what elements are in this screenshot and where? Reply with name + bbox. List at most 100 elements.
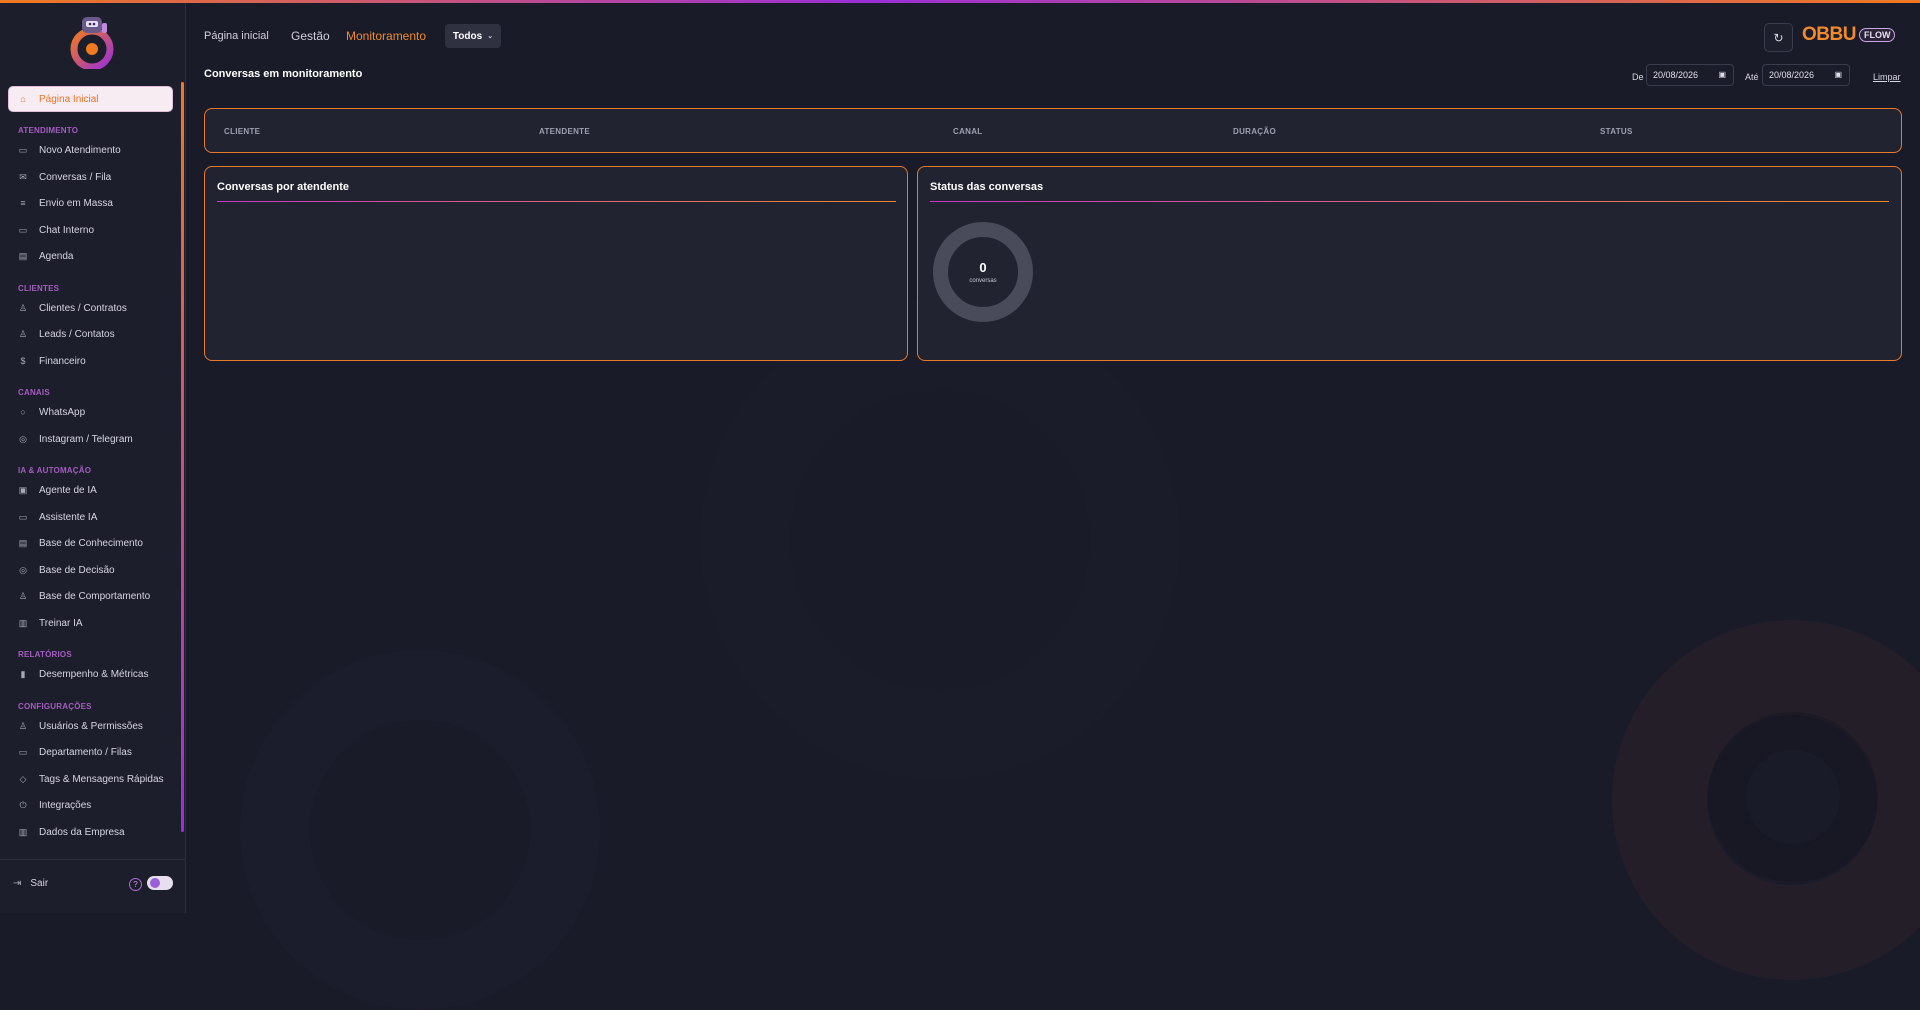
sidebar-item-conversas-fila[interactable]: ✉ Conversas / Fila (9, 165, 172, 189)
robot-icon: ▣ (18, 484, 28, 495)
refresh-button[interactable]: ↻ (1764, 23, 1793, 52)
sidebar-item-base-de-decisao[interactable]: ◎ Base de Decisão (9, 558, 172, 582)
date-to-input[interactable]: 20/08/2026 ▣ (1762, 64, 1850, 86)
nav-link-pagina-inicial[interactable]: Página inicial (204, 30, 269, 42)
sidebar: ⌂ Página Inicial ATENDIMENTO ▭ Novo Aten… (0, 3, 186, 913)
monitoring-table: CLIENTE ATENDENTE CANAL DURAÇÃO STATUS (204, 108, 1902, 153)
column-header-atendente: ATENDENTE (539, 127, 590, 136)
sidebar-item-label: Clientes / Contratos (39, 302, 127, 314)
date-from-input[interactable]: 20/08/2026 ▣ (1646, 64, 1734, 86)
panel-divider (930, 201, 1889, 202)
briefcase-icon: ▭ (18, 746, 28, 757)
sidebar-item-novo-atendimento[interactable]: ▭ Novo Atendimento (9, 138, 172, 162)
status-donut-chart: 0 conversas (933, 222, 1033, 322)
sidebar-item-label: Envio em Massa (39, 197, 113, 209)
conversations-by-agent-panel: Conversas por atendente (204, 166, 908, 361)
sidebar-item-label: Agenda (39, 250, 74, 262)
sidebar-item-desempenho-metricas[interactable]: ▮ Desempenho & Métricas (9, 662, 172, 686)
person-icon: ♙ (18, 590, 28, 601)
sidebar-item-label: Dados da Empresa (39, 826, 125, 838)
brand-text: OBBU (1802, 24, 1856, 45)
sidebar-item-label: Financeiro (39, 355, 86, 367)
section-title-clientes: CLIENTES (18, 284, 60, 293)
section-title-configuracoes: CONFIGURAÇÕES (18, 702, 92, 711)
donut-total-label: conversas (969, 277, 997, 284)
sidebar-item-financeiro[interactable]: $ Financeiro (9, 349, 172, 373)
sidebar-item-label: Leads / Contatos (39, 328, 115, 340)
nav-link-gestao[interactable]: Gestão (291, 29, 330, 43)
date-to-label: Até (1745, 72, 1759, 82)
sidebar-item-label: Base de Conhecimento (39, 537, 143, 549)
sidebar-item-dados-da-empresa[interactable]: ▥ Dados da Empresa (9, 820, 172, 844)
sidebar-item-clientes-contratos[interactable]: ♙ Clientes / Contratos (9, 296, 172, 320)
sidebar-item-label: Base de Comportamento (39, 590, 151, 602)
donut-total: 0 (979, 259, 987, 275)
conversation-status-panel: Status das conversas 0 conversas (917, 166, 1902, 361)
nav-link-monitoramento[interactable]: Monitoramento (346, 29, 426, 43)
panel-title: Status das conversas (930, 181, 1044, 193)
sidebar-item-chat-interno[interactable]: ▭ Chat Interno (9, 218, 172, 242)
page-title: Conversas em monitoramento (204, 68, 363, 80)
instagram-icon: ◎ (19, 433, 27, 444)
dollar-icon: $ (20, 356, 26, 366)
sidebar-item-agenda[interactable]: ▤ Agenda (9, 244, 172, 268)
calendar-icon[interactable]: ▣ (1834, 70, 1842, 79)
tag-icon: ◇ (19, 773, 27, 784)
sidebar-item-whatsapp[interactable]: ○ WhatsApp (9, 400, 172, 424)
sidebar-item-instagram-telegram[interactable]: ◎ Instagram / Telegram (9, 427, 172, 451)
section-title-relatorios: RELATÓRIOS (18, 650, 72, 659)
sidebar-item-base-de-comportamento[interactable]: ♙ Base de Comportamento (9, 584, 172, 608)
theme-toggle[interactable] (147, 876, 173, 890)
calendar-icon[interactable]: ▣ (1718, 70, 1726, 79)
top-gradient-bar (0, 0, 1920, 3)
panel-title: Conversas por atendente (217, 181, 350, 193)
chat-ai-icon: ▭ (18, 511, 28, 522)
user-settings-icon: ♙ (18, 720, 28, 731)
brand-badge: FLOW (1858, 28, 1896, 42)
panel-divider (217, 201, 896, 202)
sidebar-item-assistente-ia[interactable]: ▭ Assistente IA (9, 505, 172, 529)
column-header-canal: CANAL (953, 127, 983, 136)
date-from-label: De (1632, 72, 1644, 82)
sidebar-item-base-de-conhecimento[interactable]: ▤ Base de Conhecimento (9, 531, 172, 555)
sidebar-item-departamento-filas[interactable]: ▭ Departamento / Filas (9, 740, 172, 764)
toggle-knob (150, 878, 160, 888)
sidebar-item-label: Usuários & Permissões (39, 720, 143, 732)
background-decoration (1708, 712, 1878, 882)
sidebar-item-label: Página Inicial (39, 93, 99, 105)
brand-logo: OBBU FLOW (1802, 24, 1896, 46)
background-decoration (700, 300, 1180, 780)
sidebar-item-tags-mensagens-rapidas[interactable]: ◇ Tags & Mensagens Rápidas (9, 767, 172, 791)
section-title-atendimento: ATENDIMENTO (18, 126, 79, 135)
sidebar-footer-divider (0, 859, 185, 860)
section-title-canais: CANAIS (18, 388, 50, 397)
help-button[interactable]: ? (129, 878, 142, 891)
sidebar-item-label: Integrações (39, 799, 92, 811)
sidebar-item-integracoes[interactable]: ⏻ Integrações (9, 793, 172, 817)
clear-filter-link[interactable]: Limpar (1873, 72, 1901, 82)
logout-icon: ⇥ (13, 878, 22, 889)
section-title-ia-automacao: IA & AUTOMAÇÃO (18, 466, 92, 475)
filter-select-value: Todos (452, 30, 483, 42)
date-from-value: 20/08/2026 (1653, 70, 1699, 80)
background-decoration (240, 650, 600, 1010)
sidebar-item-agente-de-ia[interactable]: ▣ Agente de IA (9, 478, 172, 502)
sidebar-item-usuarios-permissoes[interactable]: ♙ Usuários & Permissões (9, 714, 172, 738)
sidebar-item-label: Departamento / Filas (39, 746, 132, 758)
sidebar-scroll-accent (181, 82, 184, 832)
sidebar-item-pagina-inicial[interactable]: ⌂ Página Inicial (9, 87, 172, 111)
sidebar-item-envio-em-massa[interactable]: ≡ Envio em Massa (9, 191, 172, 215)
logout-label: Sair (30, 878, 49, 889)
chat-plus-icon: ▭ (18, 144, 28, 155)
background-decoration (1612, 620, 1920, 980)
sidebar-item-label: Tags & Mensagens Rápidas (39, 773, 164, 785)
filter-select[interactable]: Todos ⌄ (445, 24, 501, 48)
sidebar-item-label: WhatsApp (39, 406, 86, 418)
document-icon: ▥ (18, 617, 28, 628)
logout-button[interactable]: ⇥ Sair (13, 878, 48, 889)
target-icon: ◎ (19, 564, 27, 575)
sidebar-item-treinar-ia[interactable]: ▥ Treinar IA (9, 611, 172, 635)
column-header-cliente: CLIENTE (224, 127, 261, 136)
help-icon: ? (133, 880, 138, 889)
sidebar-item-leads-contatos[interactable]: ♙ Leads / Contatos (9, 322, 172, 346)
